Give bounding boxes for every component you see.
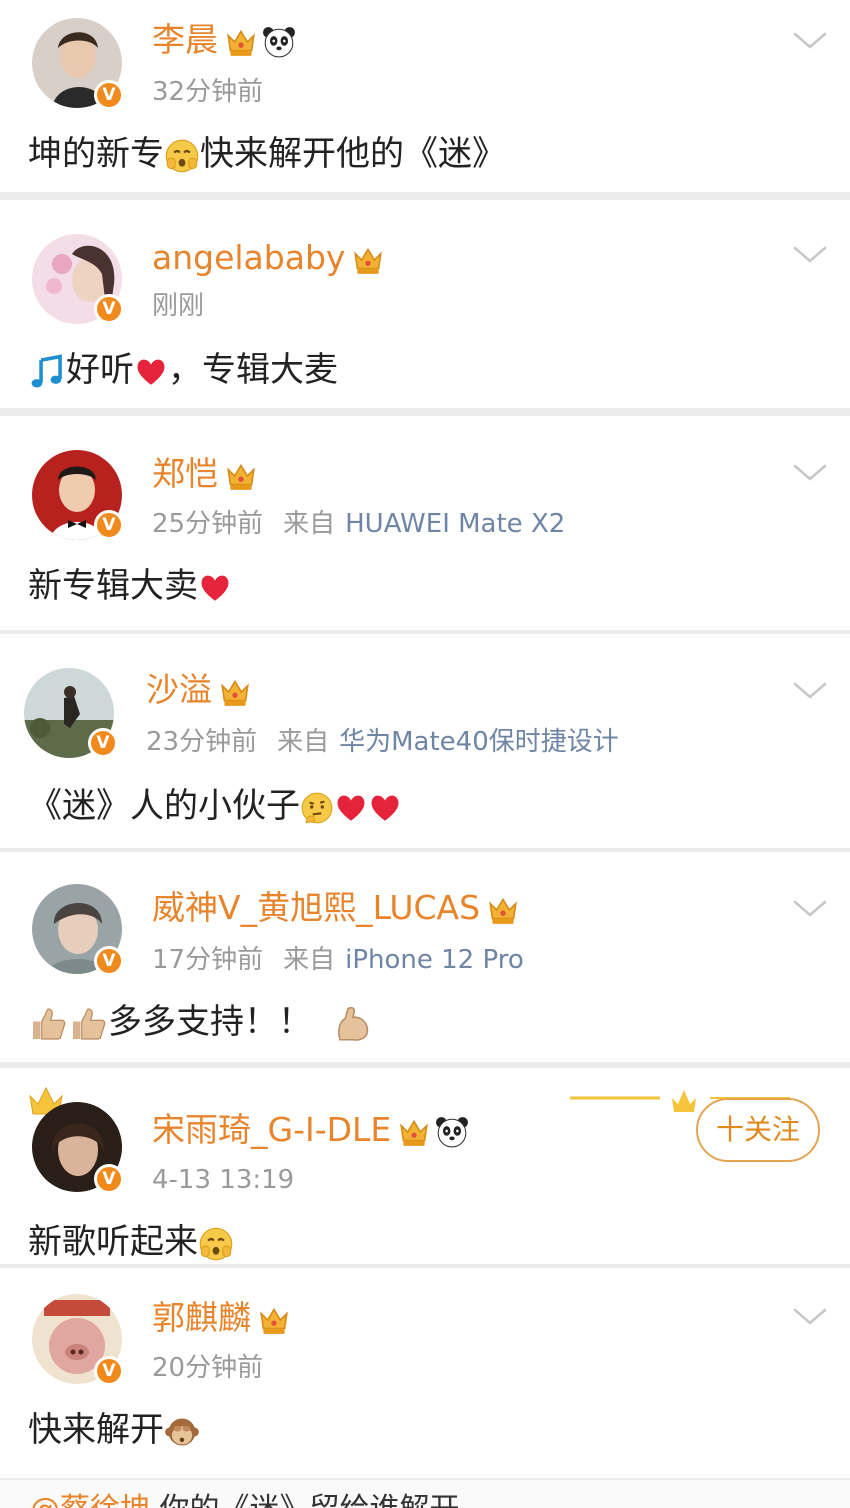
source-label: 来自 bbox=[283, 945, 336, 975]
username-text[interactable]: 沙溢 bbox=[146, 670, 212, 709]
post-card[interactable]: V 郭麒麟 20分钟前 快来解开 bbox=[0, 1268, 850, 1478]
next-post-text: @蔡徐坤 你的《迷》留给谁解开 bbox=[30, 1490, 460, 1508]
shy-face-icon bbox=[164, 138, 200, 174]
heart-icon bbox=[134, 355, 168, 389]
thinking-face-icon bbox=[300, 791, 334, 825]
source-label: 来自 bbox=[277, 727, 330, 757]
username-text[interactable]: 李晨 bbox=[152, 20, 218, 59]
device-label[interactable]: iPhone 12 Pro bbox=[345, 945, 524, 975]
panda-icon bbox=[435, 1115, 469, 1149]
post-time-text: 20分钟前 bbox=[152, 1353, 264, 1383]
post-text: 快来解开 bbox=[28, 1410, 164, 1450]
username[interactable]: 宋雨琦_G-I-DLE bbox=[152, 1110, 469, 1150]
post-time-text: 4-13 13:19 bbox=[152, 1165, 295, 1195]
username[interactable]: 威神V_黄旭熙_LUCAS bbox=[152, 888, 520, 928]
crown-icon bbox=[351, 243, 385, 277]
post-card[interactable]: V angelababy 刚刚 好听 ，专辑大麦 bbox=[0, 200, 850, 408]
crown-icon bbox=[218, 675, 252, 709]
device-label[interactable]: HUAWEI Mate X2 bbox=[345, 509, 565, 539]
username[interactable]: 郭麒麟 bbox=[152, 1298, 291, 1338]
post-text: 《迷》人的小伙子 bbox=[28, 786, 300, 826]
post-time: 刚刚 bbox=[152, 290, 204, 322]
crown-icon bbox=[257, 1303, 291, 1337]
post-card[interactable]: V 宋雨琦_G-I-DLE 4-13 13:19 十关注 新歌听起来 bbox=[0, 1068, 850, 1264]
username-text[interactable]: 郭麒麟 bbox=[152, 1298, 251, 1337]
source-label: 来自 bbox=[283, 509, 336, 539]
follow-label: 十关注 bbox=[715, 1113, 800, 1146]
post-time-text: 25分钟前 bbox=[152, 509, 264, 539]
chevron-down-icon[interactable] bbox=[792, 898, 828, 920]
post-content: 新歌听起来 bbox=[28, 1220, 234, 1264]
post-time: 32分钟前 bbox=[152, 76, 263, 108]
heart-icon bbox=[368, 791, 402, 825]
thumbs-up-icon bbox=[28, 1004, 68, 1044]
post-time-text: 刚刚 bbox=[152, 291, 205, 321]
panda-icon bbox=[262, 25, 296, 59]
post-text: 多多支持！！ bbox=[108, 1002, 312, 1042]
post-text-2: ，专辑大麦 bbox=[168, 350, 338, 390]
post-time-text: 23分钟前 bbox=[146, 727, 258, 757]
post-content: 坤的新专 快来解开他的《迷》 bbox=[28, 132, 506, 176]
music-note-icon bbox=[28, 353, 66, 391]
post-time-text: 17分钟前 bbox=[152, 945, 264, 975]
username-text[interactable]: 宋雨琦_G-I-DLE bbox=[152, 1110, 391, 1149]
crown-icon bbox=[397, 1115, 431, 1149]
verified-badge: V bbox=[94, 946, 124, 976]
next-post-preview[interactable]: @蔡徐坤 你的《迷》留给谁解开 bbox=[0, 1480, 850, 1508]
username-text[interactable]: 郑恺 bbox=[152, 454, 218, 493]
crown-icon bbox=[486, 893, 520, 927]
verified-badge: V bbox=[94, 80, 124, 110]
post-text: 新歌听起来 bbox=[28, 1222, 198, 1262]
post-card[interactable]: V 郑恺 25分钟前 来自 HUAWEI Mate X2 新专辑大卖 bbox=[0, 416, 850, 630]
chevron-down-icon[interactable] bbox=[792, 30, 828, 52]
post-text: 新专辑大卖 bbox=[28, 566, 198, 606]
post-card[interactable]: V 李晨 32分钟前 坤的新专 快来解开他的《迷》 bbox=[0, 0, 850, 192]
chevron-down-icon[interactable] bbox=[792, 680, 828, 702]
chevron-down-icon[interactable] bbox=[792, 244, 828, 266]
post-time: 4-13 13:19 bbox=[152, 1164, 294, 1196]
username[interactable]: 沙溢 bbox=[146, 670, 252, 710]
verified-badge: V bbox=[94, 1356, 124, 1386]
post-text-2: 快来解开他的《迷》 bbox=[200, 134, 506, 174]
verified-badge: V bbox=[94, 510, 124, 540]
post-meta: 23分钟前 来自 华为Mate40保时捷设计 bbox=[146, 726, 619, 758]
post-content: 好听 ，专辑大麦 bbox=[28, 348, 338, 392]
preview-text: 你的《迷》留给谁解开 bbox=[150, 1492, 460, 1508]
chevron-down-icon[interactable] bbox=[792, 1306, 828, 1328]
shy-face-icon bbox=[198, 1226, 234, 1262]
post-time-text: 32分钟前 bbox=[152, 77, 264, 107]
follow-button[interactable]: 十关注 bbox=[696, 1098, 820, 1162]
post-meta: 17分钟前 来自 iPhone 12 Pro bbox=[152, 944, 524, 976]
username[interactable]: 李晨 bbox=[152, 20, 296, 60]
verified-badge: V bbox=[94, 294, 124, 324]
username[interactable]: angelababy bbox=[152, 238, 385, 278]
post-card[interactable]: V 威神V_黄旭熙_LUCAS 17分钟前 来自 iPhone 12 Pro 多多支… bbox=[0, 852, 850, 1062]
post-time: 20分钟前 bbox=[152, 1352, 263, 1384]
username-text[interactable]: 威神V_黄旭熙_LUCAS bbox=[152, 888, 480, 927]
flexed-arm-icon bbox=[332, 1003, 374, 1045]
crown-icon bbox=[224, 459, 258, 493]
username[interactable]: 郑恺 bbox=[152, 454, 258, 494]
heart-icon bbox=[334, 791, 368, 825]
post-content: 快来解开 bbox=[28, 1408, 200, 1452]
post-content: 多多支持！！ bbox=[28, 1000, 374, 1045]
username-text[interactable]: angelababy bbox=[152, 238, 345, 277]
post-meta: 25分钟前 来自 HUAWEI Mate X2 bbox=[152, 508, 565, 540]
heart-icon bbox=[198, 571, 232, 605]
chevron-down-icon[interactable] bbox=[792, 462, 828, 484]
crown-icon bbox=[224, 25, 258, 59]
monkey-face-icon bbox=[164, 1414, 200, 1450]
mention-link[interactable]: @蔡徐坤 bbox=[30, 1492, 150, 1508]
verified-badge: V bbox=[94, 1164, 124, 1194]
post-content: 新专辑大卖 bbox=[28, 564, 232, 608]
post-text: 好听 bbox=[66, 350, 134, 390]
post-card[interactable]: V 沙溢 23分钟前 来自 华为Mate40保时捷设计 《迷》人的小伙子 bbox=[0, 634, 850, 848]
thumbs-up-icon bbox=[68, 1004, 108, 1044]
post-content: 《迷》人的小伙子 bbox=[28, 784, 402, 828]
post-text: 坤的新专 bbox=[28, 134, 164, 174]
device-label[interactable]: 华为Mate40保时捷设计 bbox=[339, 727, 619, 757]
verified-badge: V bbox=[88, 728, 118, 758]
